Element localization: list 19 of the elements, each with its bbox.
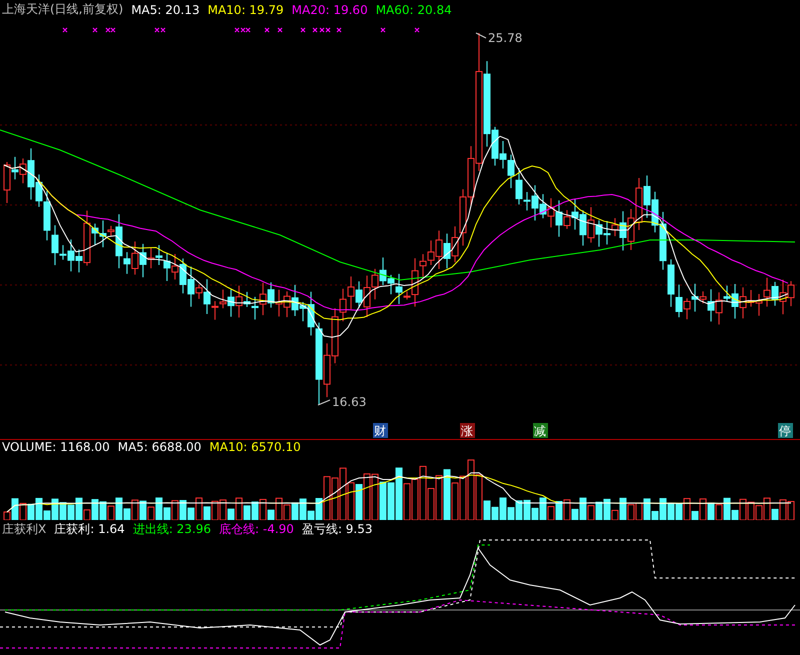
- event-badge: 停: [778, 422, 793, 438]
- low-price-label: 16.63: [332, 394, 366, 409]
- legend-item: MA20: 19.60: [292, 2, 368, 17]
- legend-item: MA60: 20.84: [376, 2, 452, 17]
- indicator-title: 庄获利X: [2, 520, 46, 538]
- chart-title: 上海天洋(日线,前复权): [2, 1, 124, 18]
- legend-item: 进出线: 23.96: [132, 520, 212, 538]
- legend-item: MA10: 6570.10: [209, 440, 301, 454]
- high-price-label: 25.78: [488, 30, 522, 45]
- legend-item: MA5: 20.13: [131, 2, 200, 17]
- legend-item: MA5: 6688.00: [118, 440, 202, 454]
- event-badge: 减: [533, 422, 548, 438]
- legend-item: 底仓线: -4.90: [219, 520, 294, 538]
- legend-item: MA10: 19.79: [208, 2, 284, 17]
- event-badge: 财: [373, 422, 388, 438]
- event-badge: 涨: [460, 422, 475, 438]
- legend-item: 庄获利: 1.64: [54, 520, 125, 538]
- legend-item: 盈亏线: 9.53: [302, 520, 373, 538]
- legend-item: VOLUME: 1168.00: [2, 440, 110, 454]
